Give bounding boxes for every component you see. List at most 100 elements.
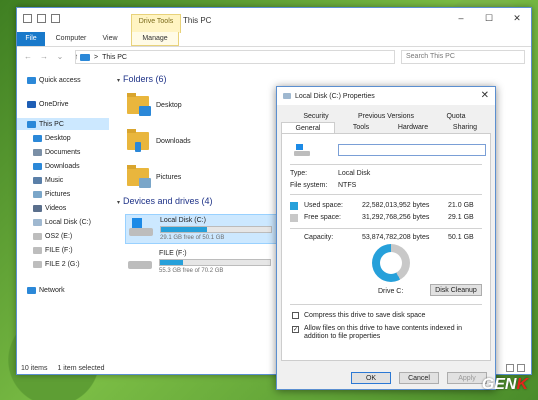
- status-bar: 10 items 1 item selected: [21, 365, 105, 372]
- ok-button[interactable]: OK: [351, 372, 391, 384]
- properties-icon[interactable]: [23, 14, 32, 23]
- folder-label: Downloads: [156, 137, 191, 145]
- free-gb: 29.1 GB: [448, 214, 474, 221]
- tab-hardware[interactable]: Hardware: [387, 122, 439, 133]
- computer-icon: [80, 53, 90, 61]
- tab-tools[interactable]: Tools: [335, 122, 387, 133]
- checkmark-icon[interactable]: [37, 14, 46, 23]
- drive-item-f[interactable]: FILE (F:) 55.3 GB free of 70.2 GB: [125, 248, 285, 278]
- compress-checkbox[interactable]: [292, 312, 299, 319]
- sidebar-item[interactable]: This PC: [17, 118, 109, 130]
- sidebar-item-label: Documents: [45, 148, 81, 156]
- address-bar[interactable]: > This PC: [75, 50, 395, 64]
- quick-access-toolbar: [23, 14, 60, 23]
- usage-donut-chart: [372, 244, 410, 282]
- sidebar-item-label: Music: [45, 176, 64, 184]
- sidebar-item-label: FILE (F:): [45, 246, 73, 254]
- details-view-icon[interactable]: [506, 364, 514, 372]
- sidebar-item[interactable]: Pictures: [17, 188, 109, 200]
- breadcrumb[interactable]: This PC: [102, 54, 127, 61]
- sidebar-item[interactable]: FILE (F:): [17, 244, 109, 256]
- sidebar-item[interactable]: Local Disk (C:): [17, 216, 109, 228]
- navigation-pane: Quick access OneDrive This PC Desktop Docume…: [17, 70, 109, 355]
- tab-sharing[interactable]: Sharing: [439, 122, 491, 133]
- selected-count: 1 item selected: [57, 365, 105, 372]
- tab-computer[interactable]: Computer: [51, 32, 91, 46]
- close-icon[interactable]: ✕: [481, 90, 489, 101]
- general-panel: Type: Local Disk File system: NTFS Used …: [281, 133, 491, 361]
- folders-group-header[interactable]: ▾ Folders (6): [117, 74, 167, 84]
- folder-item[interactable]: Pictures: [127, 165, 182, 188]
- tab-quota[interactable]: Quota: [421, 111, 491, 122]
- maximize-button[interactable]: ☐: [475, 8, 503, 28]
- sidebar-item[interactable]: OneDrive: [17, 98, 109, 110]
- sidebar-item-label: Videos: [45, 204, 67, 212]
- tab-general[interactable]: General: [281, 122, 335, 133]
- dialog-title: Local Disk (C:) Properties: [295, 92, 375, 100]
- cancel-button[interactable]: Cancel: [399, 372, 439, 384]
- compress-label: Compress this drive to save disk space: [304, 312, 426, 319]
- sidebar-item-label: Desktop: [45, 134, 71, 142]
- type-value: Local Disk: [338, 170, 371, 177]
- close-button[interactable]: ✕: [503, 8, 531, 28]
- music-icon: [33, 176, 42, 184]
- minimize-button[interactable]: –: [447, 8, 475, 28]
- desktop-icon: [33, 134, 42, 142]
- free-bytes: 31,292,768,256 bytes: [362, 214, 430, 221]
- drive-item-c[interactable]: Local Disk (C:) 29.1 GB free of 50.1 GB: [125, 214, 285, 244]
- pictures-icon: [33, 190, 42, 198]
- sidebar-item[interactable]: Documents: [17, 146, 109, 158]
- tab-security[interactable]: Security: [281, 111, 351, 122]
- chevron-down-icon[interactable]: ▾: [117, 78, 120, 84]
- drive-name-field[interactable]: [338, 144, 486, 156]
- sidebar-item[interactable]: Music: [17, 174, 109, 186]
- tab-manage[interactable]: Manage: [131, 32, 179, 46]
- sidebar-item[interactable]: Network: [17, 284, 109, 296]
- drive-tools-label: Drive Tools: [131, 14, 181, 33]
- folder-item[interactable]: Desktop: [127, 93, 182, 116]
- window-title: This PC: [183, 16, 212, 25]
- windows-drive-icon: [128, 217, 154, 237]
- drive-icon: [127, 250, 153, 270]
- disk-cleanup-button[interactable]: Disk Cleanup: [430, 284, 482, 296]
- tab-file[interactable]: File: [17, 32, 45, 46]
- drives-group-header[interactable]: ▾ Devices and drives (4): [117, 196, 213, 206]
- drive-icon: [33, 218, 42, 226]
- pictures-folder-icon: [127, 165, 151, 188]
- folder-item[interactable]: Downloads: [127, 129, 191, 152]
- sidebar-item[interactable]: Desktop: [17, 132, 109, 144]
- folder-label: Pictures: [156, 173, 182, 181]
- sidebar-item-label: This PC: [39, 120, 64, 128]
- sidebar-item[interactable]: Quick access: [17, 74, 109, 86]
- genk-watermark: GENK: [481, 376, 528, 393]
- ribbon-tabs: File Computer View Manage: [17, 32, 531, 47]
- tab-previous-versions[interactable]: Previous Versions: [351, 111, 421, 122]
- sidebar-item[interactable]: FILE 2 (G:): [17, 258, 109, 270]
- back-arrow-icon[interactable]: ←: [23, 52, 33, 61]
- chevron-down-icon[interactable]: ▾: [117, 200, 120, 206]
- sidebar-item-label: Pictures: [45, 190, 71, 198]
- search-input[interactable]: Search This PC: [401, 50, 525, 64]
- title-bar: Drive Tools This PC – ☐ ✕: [17, 8, 531, 33]
- dialog-title-bar: Local Disk (C:) Properties ✕: [277, 87, 495, 105]
- forward-arrow-icon[interactable]: →: [39, 52, 49, 61]
- star-icon: [27, 76, 36, 84]
- tiles-view-icon[interactable]: [517, 364, 525, 372]
- videos-icon: [33, 204, 42, 212]
- drive-icon: [283, 93, 291, 99]
- sidebar-item[interactable]: OS2 (E:): [17, 230, 109, 242]
- drive-letter-label: Drive C:: [378, 288, 404, 295]
- desktop-folder-icon: [127, 93, 151, 116]
- tab-view[interactable]: View: [95, 32, 125, 46]
- folder-icon[interactable]: [51, 14, 60, 23]
- address-row: ← → ⌄ ↑ > This PC Search This PC: [17, 48, 531, 66]
- sidebar-item[interactable]: Videos: [17, 202, 109, 214]
- index-checkbox[interactable]: ✓: [292, 326, 299, 333]
- sidebar-item[interactable]: Downloads: [17, 160, 109, 172]
- used-label: Used space:: [304, 202, 343, 209]
- used-gb: 21.0 GB: [448, 202, 474, 209]
- recent-chevron-icon[interactable]: ⌄: [55, 52, 65, 61]
- used-bytes: 22,582,013,952 bytes: [362, 202, 430, 209]
- sidebar-item-label: Local Disk (C:): [45, 218, 91, 226]
- network-icon: [27, 286, 36, 294]
